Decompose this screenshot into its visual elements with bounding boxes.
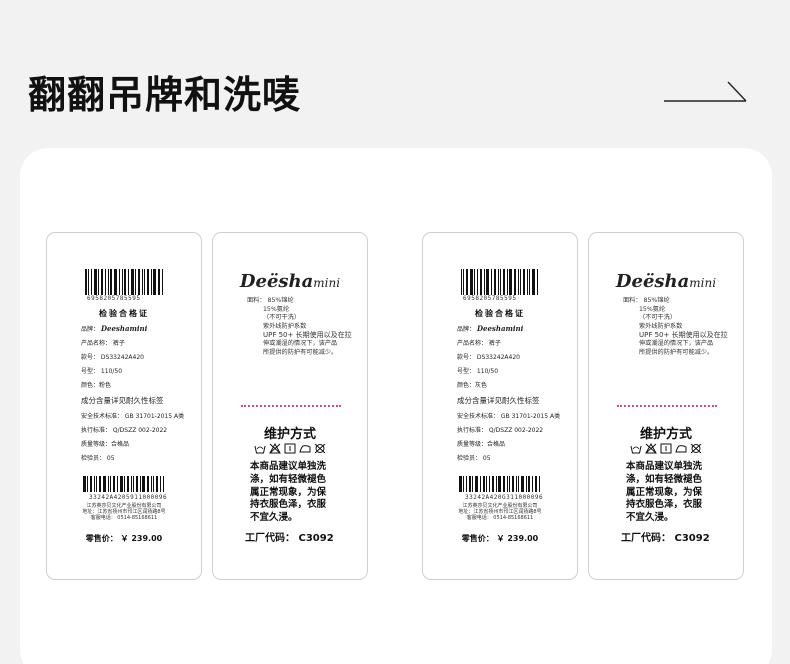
standard-field: 执行标准： Q/DSZZ 002-2022 xyxy=(81,427,168,434)
divider-dots xyxy=(241,405,341,407)
barcode-bottom xyxy=(83,476,169,492)
product-field: 产品名称： 裤子 xyxy=(81,340,125,347)
no-bleach-icon xyxy=(269,443,281,454)
grade-field: 质量等级：合格品 xyxy=(81,441,130,448)
size-field: 号型： 110/50 xyxy=(81,368,123,375)
factory-code: 工厂代码： C3092 xyxy=(621,533,710,544)
page-title: 翻翻吊牌和洗唛 xyxy=(28,73,302,117)
composition-note: 成分含量详见耐久性标签 xyxy=(457,396,540,405)
standard-field: 执行标准： Q/DSZZ 002-2022 xyxy=(457,427,544,434)
barcode-top-digits: 6958205785595 xyxy=(463,295,517,302)
barcode-top-digits: 6958205785595 xyxy=(87,295,141,302)
tumble-dry-icon xyxy=(284,443,296,454)
brand-name: Deeshamini xyxy=(100,324,148,333)
care-symbols xyxy=(589,443,743,454)
barcode-bottom-digits: 33242A4205911000096 xyxy=(89,494,168,501)
retail-price: 零售价： ￥ 239.00 xyxy=(461,534,539,543)
arrow-right-icon[interactable] xyxy=(664,80,748,104)
color-field: 颜色：粉色 xyxy=(81,382,112,389)
brand-logo: Deëshamini xyxy=(615,271,717,292)
inspector-field: 检验员： 05 xyxy=(81,455,115,462)
brand-logo: Deëshamini xyxy=(239,271,341,292)
brand-name: Deeshamini xyxy=(476,324,524,333)
composition: 面料： 85%锦纶 15%氨纶 （不可干洗） 紫外线防护系数 UPF 50+ 长… xyxy=(623,297,728,356)
barcode-bottom xyxy=(459,476,545,492)
hand-wash-icon xyxy=(254,445,266,454)
tumble-dry-icon xyxy=(660,443,672,454)
product-field: 产品名称： 裤子 xyxy=(457,340,501,347)
style-field: 款号： DS33242A420 xyxy=(81,354,144,361)
barcode-bottom-digits: 33242A420G311000096 xyxy=(465,494,544,501)
iron-low-icon xyxy=(675,445,687,453)
care-label-1: Deëshamini 面料： 85%锦纶 15%氨纶 （不可干洗） 紫外线防护系… xyxy=(212,232,368,580)
care-label-2: Deëshamini 面料： 85%锦纶 15%氨纶 （不可干洗） 紫外线防护系… xyxy=(588,232,744,580)
grade-field: 质量等级：合格品 xyxy=(457,441,506,448)
maker-info: 江苏英莎贝文化产业股份有限公司 地址：江苏省扬州市邗江区润扬路8号 客服电话： 05… xyxy=(458,503,542,521)
certificate-tag-2: 6958205785595 检验合格证 品牌： Deeshamini 产品名称：… xyxy=(422,232,578,580)
divider-dots xyxy=(617,405,717,407)
composition: 面料： 85%锦纶 15%氨纶 （不可干洗） 紫外线防护系数 UPF 50+ 长… xyxy=(247,297,352,356)
color-field: 颜色：灰色 xyxy=(457,382,488,389)
cert-title: 检验合格证 xyxy=(475,309,525,318)
barcode-top xyxy=(85,269,167,295)
no-dry-clean-icon xyxy=(314,443,326,454)
retail-price: 零售价： ￥ 239.00 xyxy=(85,534,163,543)
brand-field: 品牌： Deeshamini xyxy=(81,324,148,333)
brand-field: 品牌： Deeshamini xyxy=(457,324,524,333)
maker-info: 江苏英莎贝文化产业股份有限公司 地址：江苏省扬州市邗江区润扬路8号 客服电话： 05… xyxy=(82,503,166,521)
no-bleach-icon xyxy=(645,443,657,454)
care-symbols xyxy=(213,443,367,454)
size-field: 号型： 110/50 xyxy=(457,368,499,375)
hand-wash-icon xyxy=(630,445,642,454)
care-title: 维护方式 xyxy=(263,427,316,442)
care-title: 维护方式 xyxy=(639,427,692,442)
inspector-field: 检验员： 05 xyxy=(457,455,491,462)
no-dry-clean-icon xyxy=(690,443,702,454)
safety-field: 安全技术标准： GB 31701-2015 A类 xyxy=(81,413,185,420)
iron-low-icon xyxy=(299,445,311,453)
certificate-tag-1: 6958205785595 检验合格证 品牌： Deeshamini 产品名称：… xyxy=(46,232,202,580)
safety-field: 安全技术标准： GB 31701-2015 A类 xyxy=(457,413,561,420)
barcode-top xyxy=(461,269,543,295)
care-instructions: 本商品建议单独洗 涤，如有轻微褪色 属正常现象，为保 持衣服色泽，衣服 不宜久浸。 xyxy=(626,461,703,524)
style-field: 款号： DS33242A420 xyxy=(457,354,520,361)
care-instructions: 本商品建议单独洗 涤，如有轻微褪色 属正常现象，为保 持衣服色泽，衣服 不宜久浸。 xyxy=(250,461,327,524)
factory-code: 工厂代码： C3092 xyxy=(245,533,334,544)
composition-note: 成分含量详见耐久性标签 xyxy=(81,396,164,405)
cert-title: 检验合格证 xyxy=(99,309,149,318)
